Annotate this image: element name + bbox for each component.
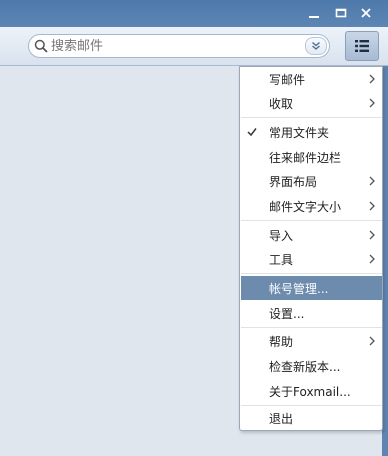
menu-separator (241, 273, 382, 274)
double-chevron-down-icon (312, 41, 320, 50)
chevron-right-icon (369, 229, 375, 243)
title-bar (0, 0, 388, 27)
chevron-right-icon (369, 73, 375, 87)
menu-item-layout[interactable]: 界面布局 (241, 169, 382, 193)
menu-item-tools[interactable]: 工具 (241, 247, 382, 271)
chevron-right-icon (369, 253, 375, 267)
menu-separator (241, 117, 382, 118)
menu-item-font-size[interactable]: 邮件文字大小 (241, 194, 382, 218)
menu-separator (241, 327, 382, 328)
chevron-right-icon (369, 335, 375, 349)
menu-item-account-management[interactable]: 帐号管理... (241, 276, 382, 300)
main-menu-button[interactable] (345, 31, 379, 61)
menu-item-exit[interactable]: 退出 (241, 406, 382, 430)
menu-separator (241, 220, 382, 221)
search-input[interactable] (51, 37, 301, 55)
chevron-right-icon (369, 97, 375, 111)
menu-item-about[interactable]: 关于Foxmail... (241, 379, 382, 403)
search-options-button[interactable] (305, 37, 327, 55)
chevron-right-icon (369, 200, 375, 214)
menu-item-receive[interactable]: 收取 (241, 91, 382, 115)
checkmark-icon (247, 126, 257, 140)
search-box (28, 34, 330, 58)
menu-item-compose[interactable]: 写邮件 (241, 67, 382, 91)
chevron-right-icon (369, 175, 375, 189)
close-icon[interactable] (356, 2, 376, 24)
maximize-icon[interactable] (331, 2, 351, 24)
menu-item-settings[interactable]: 设置... (241, 301, 382, 325)
toolbar (0, 27, 388, 66)
menu-item-check-updates[interactable]: 检查新版本... (241, 354, 382, 378)
menu-item-contacts-sidebar[interactable]: 往来邮件边栏 (241, 145, 382, 169)
menu-list-icon (355, 40, 369, 52)
minimize-icon[interactable] (304, 2, 324, 24)
main-menu-dropdown: 写邮件 收取 常用文件夹 往来邮件边栏 界面布局 邮件文字大小 导入 工具 帐号… (239, 66, 383, 431)
search-icon (34, 39, 48, 56)
menu-item-help[interactable]: 帮助 (241, 329, 382, 353)
menu-item-favorite-folders[interactable]: 常用文件夹 (241, 120, 382, 144)
menu-item-import[interactable]: 导入 (241, 223, 382, 247)
